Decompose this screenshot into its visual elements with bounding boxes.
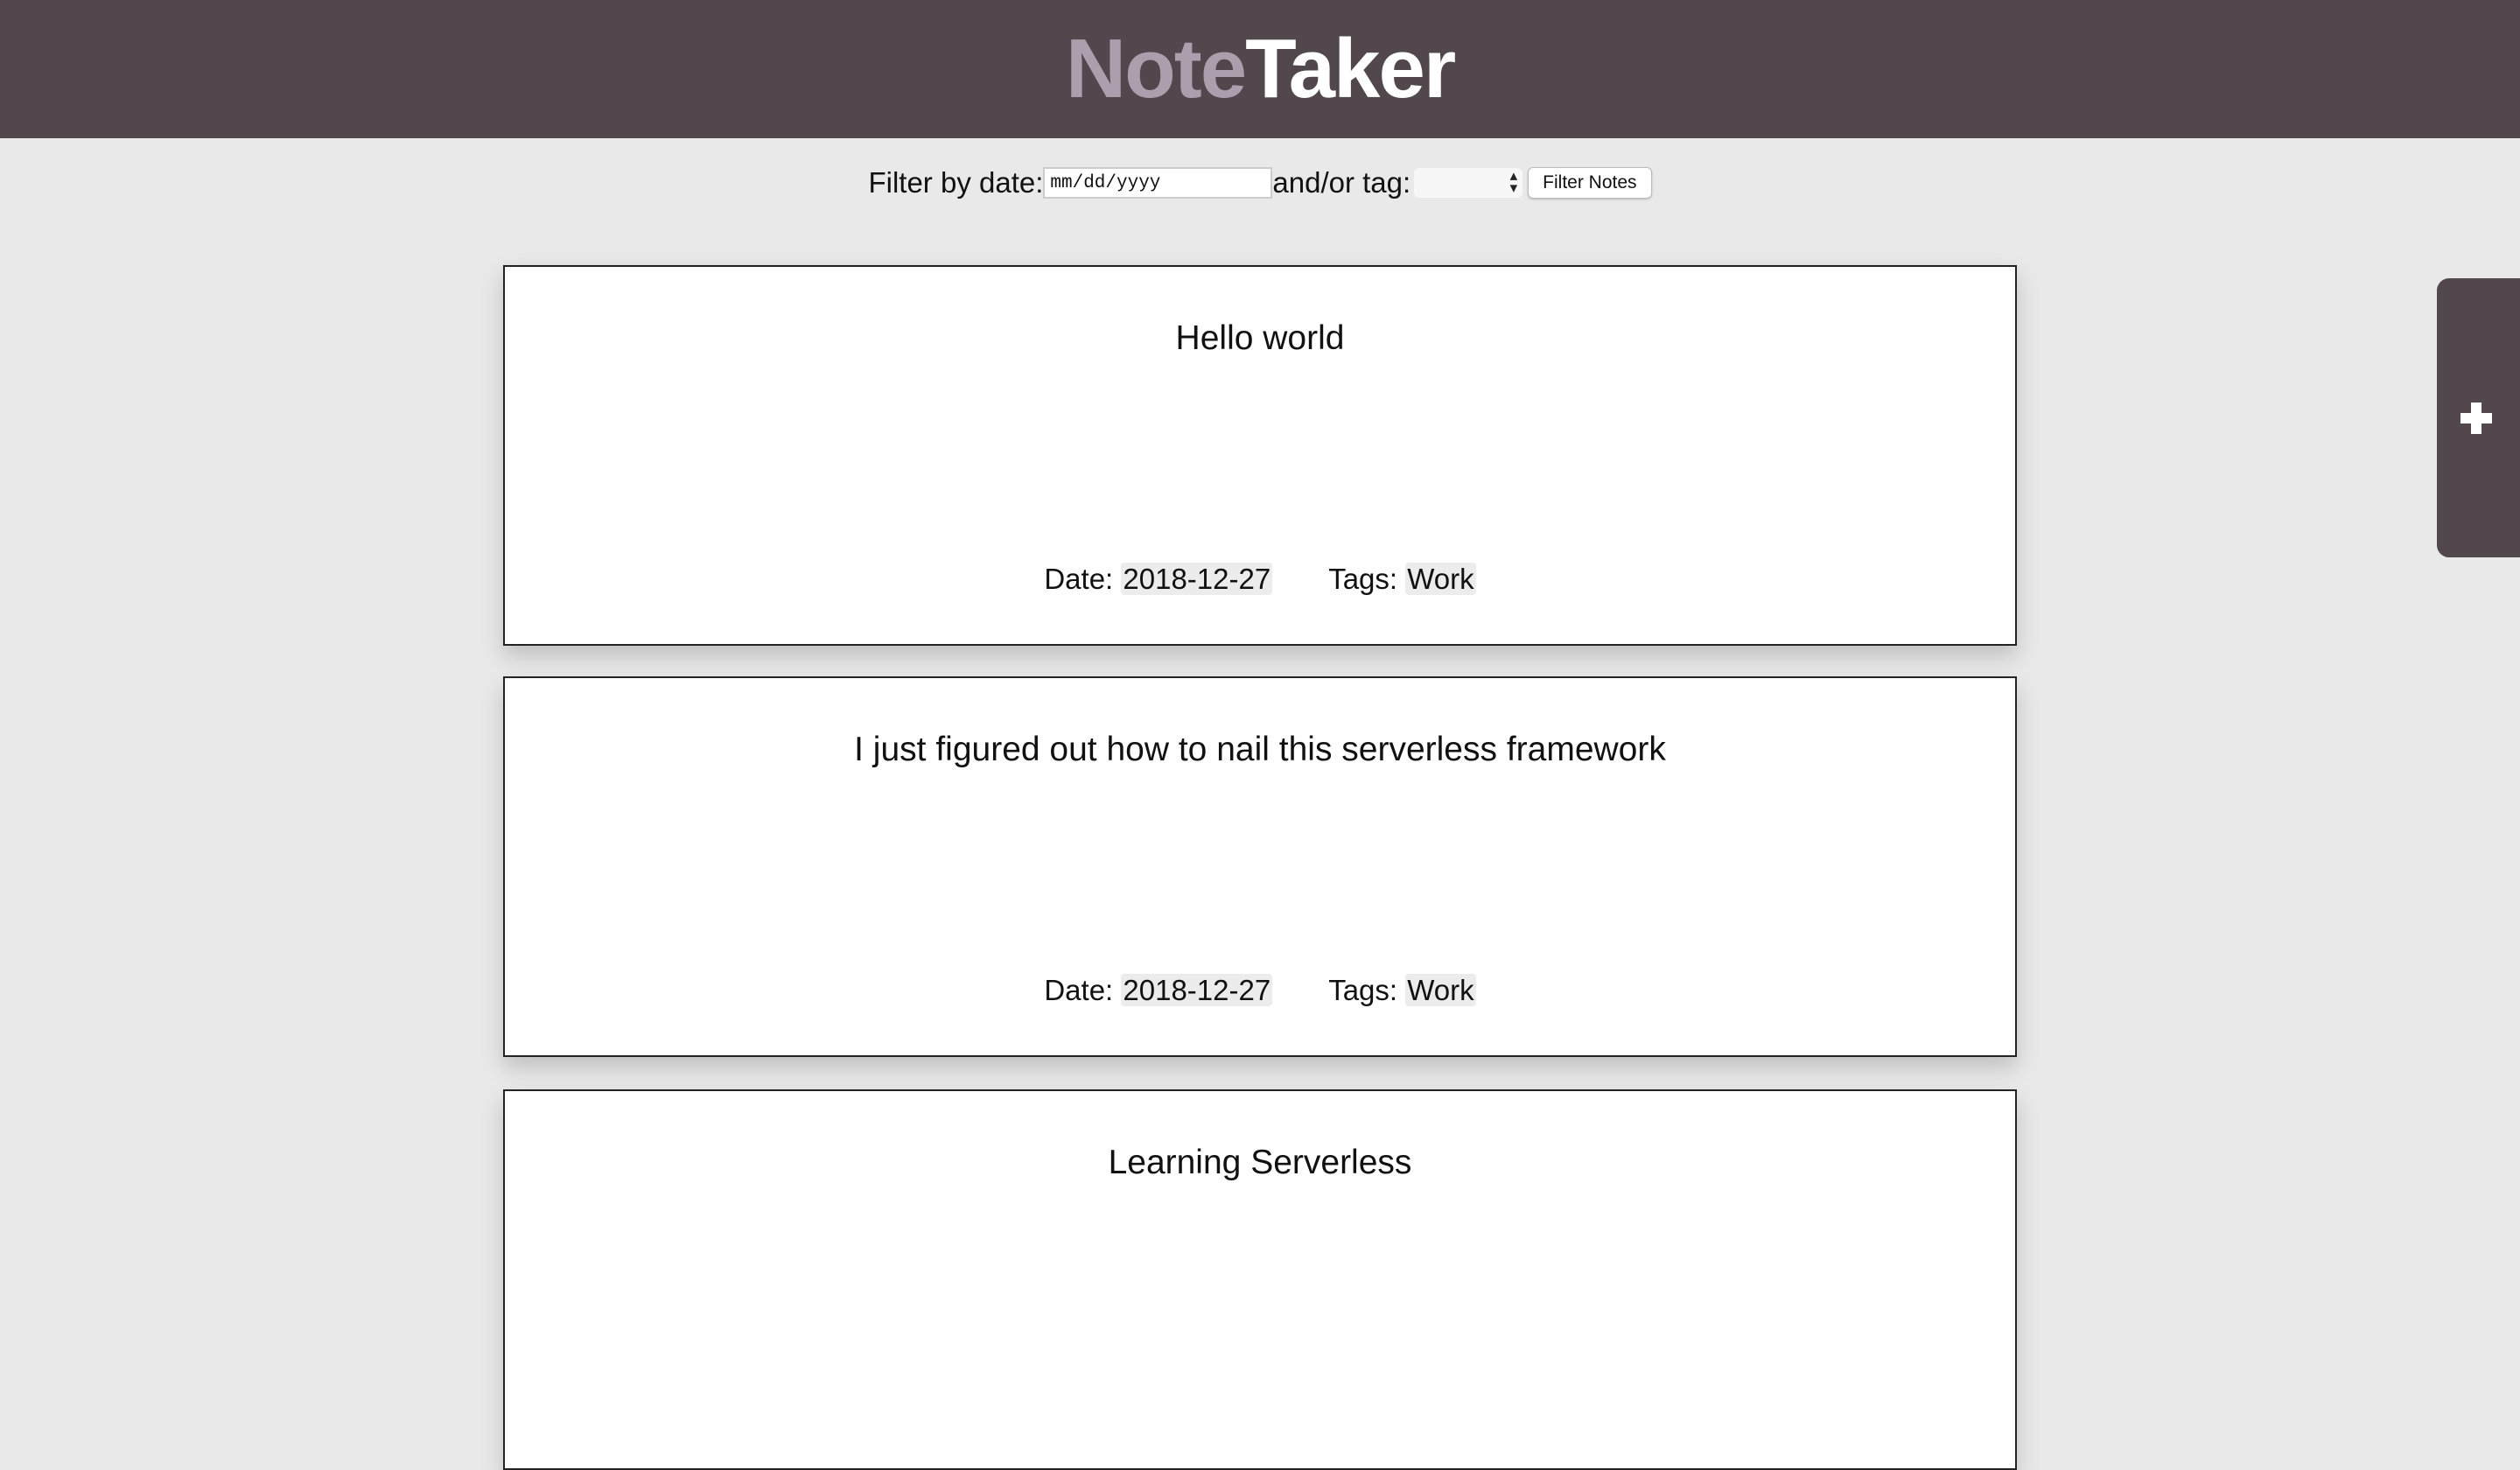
note-title: Learning Serverless	[1108, 1144, 1412, 1181]
note-date: 2018-12-27	[1121, 974, 1273, 1006]
note-title: Hello world	[1175, 319, 1345, 357]
date-filter-input[interactable]: mm/dd/yyyy	[1043, 167, 1273, 199]
filter-bar: Filter by date: mm/dd/yyyy and/or tag: ▴…	[0, 166, 2520, 200]
tags-label: Tags:	[1328, 974, 1398, 1006]
note-card[interactable]: Hello world Date: 2018-12-27 Tags: Work	[503, 265, 2017, 646]
note-card[interactable]: Learning Serverless	[503, 1089, 2017, 1470]
note-meta: Date: 2018-12-27 Tags: Work	[505, 563, 2015, 596]
date-filter-label: Filter by date:	[868, 166, 1044, 199]
logo: NoteTaker	[1065, 22, 1456, 116]
tags-label: Tags:	[1328, 563, 1398, 595]
date-label: Date:	[1044, 974, 1114, 1006]
date-label: Date:	[1044, 563, 1114, 595]
note-meta: Date: 2018-12-27 Tags: Work	[505, 974, 2015, 1007]
add-note-button[interactable]	[2437, 278, 2520, 557]
plus-icon	[2460, 402, 2492, 434]
select-arrows-icon: ▴ ▾	[1509, 167, 1518, 196]
filter-notes-button[interactable]: Filter Notes	[1528, 167, 1652, 199]
note-card[interactable]: I just figured out how to nail this serv…	[503, 676, 2017, 1057]
note-tag: Work	[1405, 974, 1476, 1006]
note-tag: Work	[1405, 563, 1476, 595]
note-title: I just figured out how to nail this serv…	[854, 731, 1666, 768]
app-header: NoteTaker	[0, 0, 2520, 138]
tag-filter-label: and/or tag:	[1272, 166, 1411, 199]
tag-filter-select[interactable]: ▴ ▾	[1414, 167, 1523, 198]
note-date: 2018-12-27	[1121, 563, 1273, 595]
